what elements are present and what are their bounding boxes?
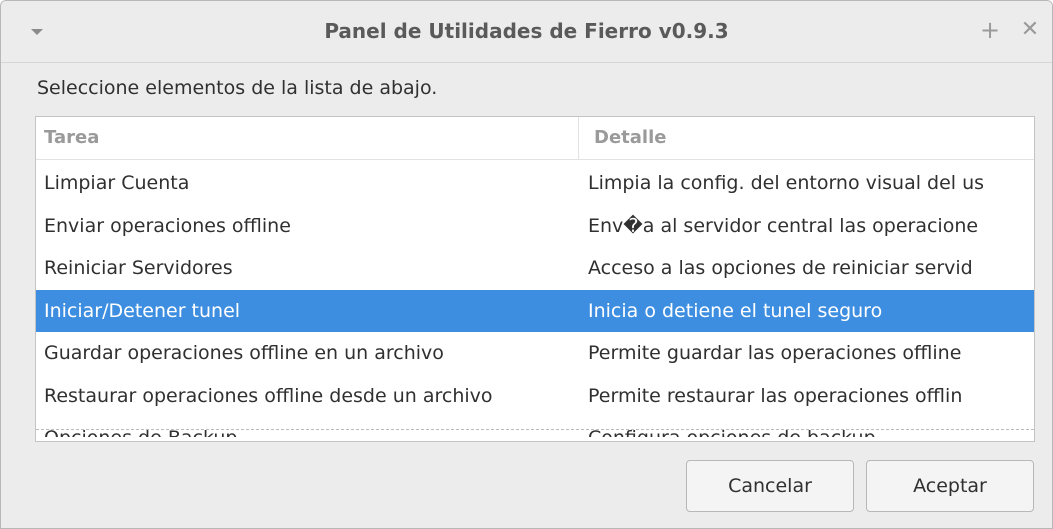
- detalle-cell: Env�a al servidor central las operacione: [588, 214, 979, 237]
- table-row[interactable]: Guardar operaciones offline en un archiv…: [36, 332, 1034, 375]
- table-row-selected[interactable]: Iniciar/Detener tunel Inicia o detiene e…: [36, 289, 1034, 332]
- detalle-cell: Limpia la config. del entorno visual del…: [588, 172, 985, 194]
- tarea-cell: Reiniciar Servidores: [44, 257, 233, 279]
- tarea-cell: Opciones de Backup: [44, 417, 584, 437]
- detalle-cell: Permite guardar las operaciones offline: [588, 342, 962, 364]
- tarea-cell: Limpiar Cuenta: [44, 172, 190, 194]
- dialog-window: Panel de Utilidades de Fierro v0.9.3 + ✕…: [0, 0, 1053, 529]
- accept-button[interactable]: Aceptar: [866, 460, 1034, 512]
- column-header-detalle[interactable]: Detalle: [594, 117, 666, 160]
- detalle-cell: Inicia o detiene el tunel seguro: [588, 299, 883, 322]
- tarea-cell: Restaurar operaciones offline desde un a…: [44, 384, 493, 407]
- title-bar[interactable]: Panel de Utilidades de Fierro v0.9.3 + ✕: [1, 1, 1052, 63]
- column-divider[interactable]: [578, 117, 579, 160]
- detalle-cell: Permite restaurar las operaciones offlin: [588, 384, 963, 407]
- table-row[interactable]: Reiniciar Servidores Acceso a las opcion…: [36, 247, 1034, 290]
- tarea-cell: Enviar operaciones offline: [44, 214, 291, 237]
- list-rows: Limpiar Cuenta Limpia la config. del ent…: [36, 162, 1034, 437]
- list-header: Tarea Detalle: [36, 117, 1034, 160]
- detalle-cell: Configura opciones de backup: [588, 417, 1034, 437]
- instruction-label: Seleccione elementos de la lista de abaj…: [37, 77, 438, 99]
- column-header-tarea[interactable]: Tarea: [44, 117, 99, 160]
- maximize-icon[interactable]: +: [975, 15, 1005, 45]
- table-row[interactable]: Enviar operaciones offline Env�a al serv…: [36, 205, 1034, 248]
- table-row[interactable]: Limpiar Cuenta Limpia la config. del ent…: [36, 162, 1034, 205]
- tarea-cell: Guardar operaciones offline en un archiv…: [44, 342, 444, 364]
- window-menu-icon[interactable]: [31, 29, 43, 35]
- window-title: Panel de Utilidades de Fierro v0.9.3: [324, 19, 729, 43]
- table-row[interactable]: Opciones de Backup Configura opciones de…: [36, 417, 1034, 437]
- cancel-button[interactable]: Cancelar: [686, 460, 854, 512]
- close-icon[interactable]: ✕: [1015, 15, 1045, 45]
- tarea-cell: Iniciar/Detener tunel: [44, 299, 241, 322]
- detalle-cell: Acceso a las opciones de reiniciar servi…: [588, 257, 973, 279]
- task-list[interactable]: Tarea Detalle Limpiar Cuenta Limpia la c…: [35, 116, 1035, 442]
- table-row[interactable]: Restaurar operaciones offline desde un a…: [36, 375, 1034, 418]
